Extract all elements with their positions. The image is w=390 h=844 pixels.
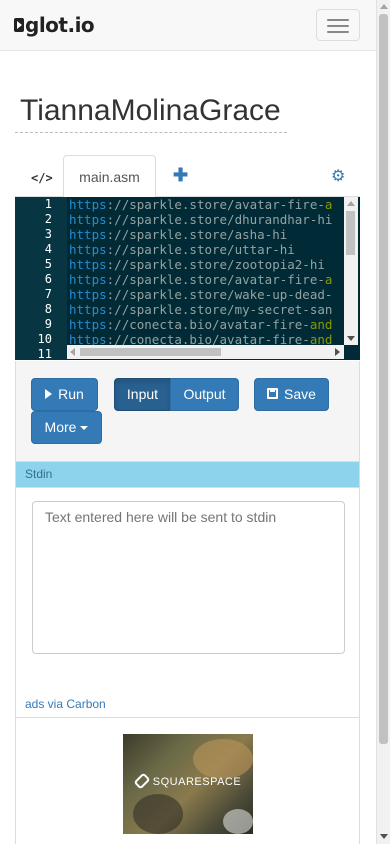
tab-main-asm[interactable]: main.asm [63, 155, 156, 198]
menu-toggle-button[interactable] [316, 9, 360, 41]
code-editor[interactable]: 1 2 3 4 5 6 7 8 9 10 11 https://sparkle.… [15, 197, 360, 360]
stdin-heading: Stdin [15, 461, 360, 488]
page-scrollbar[interactable] [376, 0, 390, 844]
hamburger-icon-bar [327, 31, 349, 33]
line-number: 5 [44, 257, 52, 271]
code-line[interactable]: https://sparkle.store/zootopia2-hi [69, 257, 325, 272]
line-number: 6 [44, 272, 52, 286]
gear-icon[interactable]: ⚙ [331, 166, 345, 186]
navbar: glot.io [0, 0, 376, 51]
code-line[interactable]: https://sparkle.store/my-secret-san [69, 302, 332, 317]
run-button[interactable]: Run [31, 378, 98, 411]
title-underline [15, 132, 287, 133]
scroll-up-arrow-icon[interactable] [380, 4, 388, 9]
code-line[interactable]: https://sparkle.store/dhurandhar-hi [69, 212, 332, 227]
code-icon[interactable]: </> [31, 171, 53, 185]
scroll-up-arrow-icon[interactable] [347, 201, 355, 206]
scroll-left-arrow-icon[interactable] [70, 348, 75, 356]
logo-mark-icon [14, 18, 24, 32]
ad-image-detail [223, 809, 253, 834]
ad-image[interactable]: SQUARESPACE [123, 734, 253, 834]
code-line[interactable]: https://sparkle.store/avatar-fire-a [69, 272, 332, 287]
run-label: Run [58, 386, 84, 402]
line-number: 11 [37, 347, 52, 360]
caret-down-icon [80, 426, 89, 431]
line-number: 1 [44, 197, 52, 211]
more-dropdown-button[interactable]: More [31, 411, 102, 444]
scroll-right-arrow-icon[interactable] [335, 348, 340, 356]
squarespace-logo: SQUARESPACE [123, 772, 253, 790]
hamburger-icon [327, 19, 349, 21]
scrollbar-thumb[interactable] [346, 211, 355, 255]
file-tabs: </> main.asm ✚ ⚙ [15, 155, 360, 198]
line-number: 10 [37, 332, 52, 346]
logo-text: glot.io [25, 13, 95, 37]
code-line[interactable]: https://sparkle.store/wake-up-dead- [69, 287, 332, 302]
code-line[interactable]: https://sparkle.store/asha-hi [69, 227, 287, 242]
code-line[interactable]: https://sparkle.store/avatar-fire-a [69, 197, 332, 212]
stdin-panel: ads via Carbon SQUARESPACE [15, 488, 360, 844]
ad-brand-text: SQUARESPACE [152, 776, 242, 788]
io-toggle-group: Input Output [114, 378, 239, 411]
output-button[interactable]: Output [170, 378, 239, 411]
scrollbar-thumb[interactable] [379, 14, 388, 744]
ad-image-detail [193, 739, 253, 779]
save-button[interactable]: Save [254, 378, 329, 411]
code-area[interactable]: https://sparkle.store/avatar-fire-a http… [67, 197, 344, 345]
page-title[interactable]: TiannaMolinaGrace [20, 94, 281, 128]
divider [16, 717, 359, 718]
scroll-down-arrow-icon[interactable] [347, 336, 355, 341]
save-label: Save [284, 386, 316, 402]
scroll-down-arrow-icon[interactable] [380, 834, 388, 839]
play-icon [45, 389, 53, 400]
stdin-input[interactable] [32, 501, 345, 654]
code-line[interactable]: https://sparkle.store/uttar-hi [69, 242, 295, 257]
line-gutter: 1 2 3 4 5 6 7 8 9 10 11 [15, 197, 67, 360]
logo[interactable]: glot.io [14, 12, 95, 38]
line-number: 7 [44, 287, 52, 301]
code-line[interactable]: https://conecta.bio/avatar-fire-and [69, 317, 332, 332]
ads-via-carbon-link[interactable]: ads via Carbon [25, 697, 106, 711]
line-number: 9 [44, 317, 52, 331]
line-number: 2 [44, 212, 52, 226]
floppy-disk-icon [267, 388, 279, 400]
input-button[interactable]: Input [114, 378, 171, 411]
editor-horizontal-scrollbar[interactable] [67, 345, 344, 359]
more-label: More [44, 419, 77, 435]
squarespace-icon [133, 772, 151, 790]
scrollbar-thumb[interactable] [80, 348, 221, 356]
page: glot.io TiannaMolinaGrace </> main.asm ✚… [0, 0, 390, 844]
plus-icon[interactable]: ✚ [173, 165, 188, 186]
action-panel: Run Input Output Save More [15, 361, 360, 461]
code-line[interactable]: https://conecta.bio/avatar-fire-and [69, 332, 332, 345]
line-number: 8 [44, 302, 52, 316]
ad-image-detail [133, 794, 183, 834]
editor-vertical-scrollbar[interactable] [344, 197, 358, 345]
line-number: 4 [44, 242, 52, 256]
line-number: 3 [44, 227, 52, 241]
hamburger-icon-bar [327, 25, 349, 27]
